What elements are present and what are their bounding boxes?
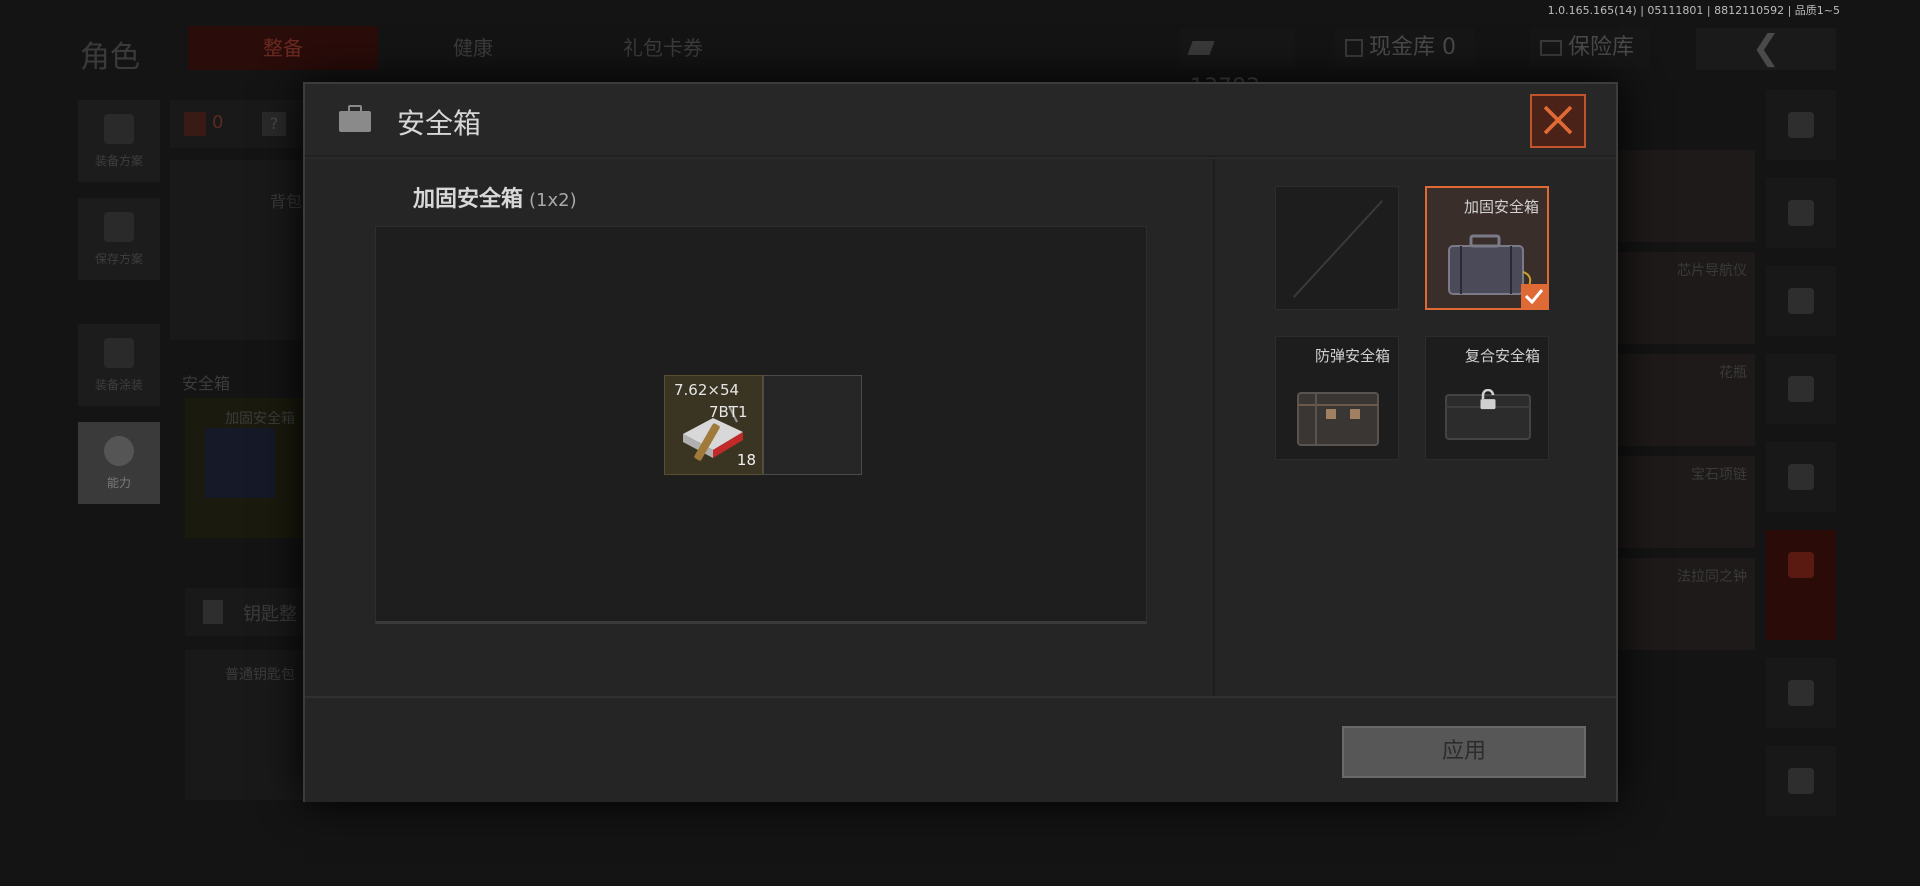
ammo-variant: 7BT1	[709, 403, 748, 421]
vest-icon	[104, 114, 134, 144]
home-button[interactable]	[1766, 178, 1836, 248]
gear-skin-button[interactable]: 装备涂装	[78, 324, 160, 406]
left-button-label: 装备涂装	[94, 378, 143, 392]
box-size: (1x2)	[529, 190, 577, 211]
list-item[interactable]	[1605, 150, 1755, 242]
left-button-label: 能力	[106, 476, 131, 490]
alert-button[interactable]	[1766, 530, 1836, 640]
ability-button[interactable]: 能力	[78, 422, 160, 504]
slot-empty[interactable]	[763, 375, 862, 475]
hammer-button[interactable]	[1766, 354, 1836, 424]
tab-equip[interactable]: 整备	[188, 26, 378, 70]
cash-vault-button[interactable]: 现金库 0	[1335, 28, 1475, 68]
keys-slot[interactable]: 普通钥匙包	[185, 650, 310, 800]
chest-button[interactable]	[1766, 266, 1836, 336]
box-title: 加固安全箱	[413, 187, 524, 212]
safebox-slot[interactable]: 加固安全箱	[185, 398, 310, 538]
list-item-label: 法拉同之钟	[1677, 569, 1747, 585]
list-item[interactable]: 花瓶	[1605, 354, 1755, 446]
help-icon[interactable]: ?	[262, 112, 286, 136]
case-label: 复合安全箱	[1464, 347, 1540, 365]
empty-slash-icon	[1292, 200, 1383, 298]
right-sidebar	[1766, 90, 1836, 834]
slot-ammo[interactable]: 7.62×54 7BT1 18	[664, 375, 763, 475]
backpack-panel: 背包	[170, 160, 310, 340]
tab-gift-cards[interactable]: 礼包卡券	[568, 26, 758, 70]
slot-row: 7.62×54 7BT1 18	[664, 375, 862, 475]
key-icon	[203, 600, 223, 624]
lightning-icon	[104, 436, 134, 466]
apply-button[interactable]: 应用	[1342, 726, 1586, 778]
close-button[interactable]	[1530, 94, 1586, 148]
currency-counter: 13783	[1180, 28, 1295, 100]
add-button[interactable]	[1766, 746, 1836, 816]
save-plan-button[interactable]: 保存方案	[78, 198, 160, 280]
helmet-icon	[104, 338, 134, 368]
gear-count: 0	[212, 112, 224, 133]
gear-counter-panel: 0 ?	[170, 100, 310, 148]
case-label: 防弹安全箱	[1314, 347, 1390, 365]
layers-button[interactable]	[1766, 90, 1836, 160]
backpack-label: 背包	[270, 192, 303, 211]
case-tile-composite[interactable]: 复合安全箱	[1425, 336, 1549, 460]
version-info: 1.0.165.165(14) | 05111801 | 8812110592 …	[1547, 4, 1840, 17]
ammo-name: 7.62×54	[674, 381, 740, 399]
lock-icon	[1480, 389, 1496, 410]
page-title: 角色	[80, 40, 140, 75]
bullion-icon	[1187, 41, 1215, 55]
gear-plan-button[interactable]: 装备方案	[78, 100, 160, 182]
right-item-list: 芯片导航仪 花瓶 宝石项链 法拉同之钟	[1605, 150, 1755, 660]
bulletproof-case-icon	[1297, 392, 1379, 446]
left-button-label: 保存方案	[94, 252, 143, 266]
back-button[interactable]: ❮	[1696, 28, 1836, 70]
chevron-left-icon: ❮	[1751, 28, 1781, 68]
keys-item-label: 普通钥匙包	[225, 667, 295, 683]
armor-icon	[184, 112, 206, 136]
case-selection-panel: 加固安全箱 防弹安全箱 复合安全箱	[1213, 159, 1616, 696]
bullion-button[interactable]	[1766, 442, 1836, 512]
cash-vault-label: 现金库 0	[1369, 35, 1456, 60]
box-title-row: 加固安全箱 (1x2)	[413, 181, 577, 213]
safe-vault-icon	[1540, 40, 1562, 56]
briefcase-icon	[339, 105, 371, 132]
case-label: 加固安全箱	[1463, 198, 1539, 216]
download-icon	[104, 212, 134, 242]
list-item[interactable]: 宝石项链	[1605, 456, 1755, 548]
left-sidebar: 装备方案 保存方案 装备涂装 能力	[78, 100, 160, 520]
case-tile-bulletproof[interactable]: 防弹安全箱	[1275, 336, 1399, 460]
safebox-item-label: 加固安全箱	[225, 411, 295, 427]
safebox-modal: 安全箱 加固安全箱 (1x2) 7.62×54 7BT1 18 加固安全箱 防弹…	[303, 82, 1618, 802]
briefcase-icon	[205, 428, 275, 498]
safebox-contents-panel: 加固安全箱 (1x2) 7.62×54 7BT1 18	[305, 159, 1213, 696]
modal-header: 安全箱	[305, 84, 1616, 157]
item-grid: 7.62×54 7BT1 18	[375, 226, 1147, 624]
safe-vault-button[interactable]: 保险库	[1530, 28, 1650, 68]
keys-label: 钥匙整	[243, 604, 297, 625]
ammo-count: 18	[736, 451, 756, 469]
tab-health[interactable]: 健康	[378, 26, 568, 70]
clock-button[interactable]	[1766, 658, 1836, 728]
modal-footer: 应用	[305, 696, 1616, 802]
left-button-label: 装备方案	[94, 154, 143, 168]
safe-vault-label: 保险库	[1568, 35, 1635, 60]
keys-section: 钥匙整	[185, 588, 310, 636]
list-item[interactable]: 芯片导航仪	[1605, 252, 1755, 344]
list-item-label: 花瓶	[1719, 365, 1747, 381]
list-item[interactable]: 法拉同之钟	[1605, 558, 1755, 650]
safebox-section-label: 安全箱	[182, 374, 231, 393]
selected-check-icon	[1521, 284, 1547, 308]
top-bar: 角色 整备 健康 礼包卡券 13783 现金库 0 保险库 ❮	[0, 20, 1920, 100]
case-tile-reinforced[interactable]: 加固安全箱	[1425, 186, 1549, 310]
case-tile-empty[interactable]	[1275, 186, 1399, 310]
modal-title: 安全箱	[397, 107, 482, 140]
close-icon	[1543, 105, 1573, 135]
list-item-label: 芯片导航仪	[1677, 263, 1747, 279]
list-item-label: 宝石项链	[1691, 467, 1747, 483]
cash-vault-icon	[1345, 39, 1363, 57]
